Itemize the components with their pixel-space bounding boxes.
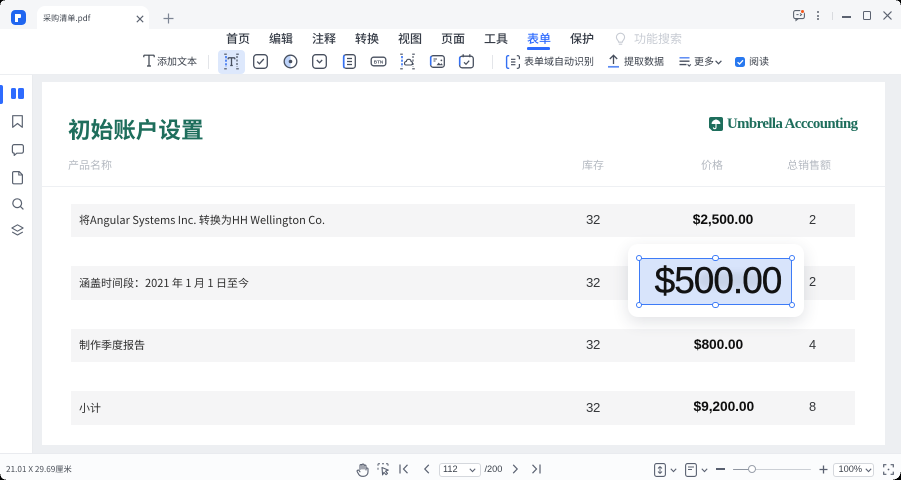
- svg-text:BTN: BTN: [374, 60, 384, 65]
